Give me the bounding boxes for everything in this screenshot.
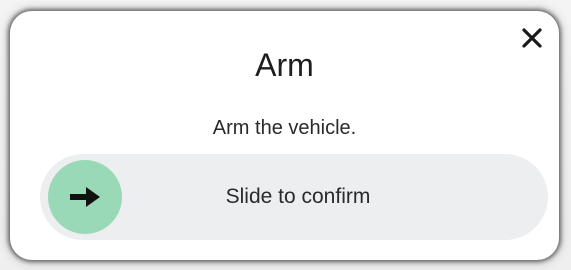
dialog-message: Arm the vehicle. [212,117,357,139]
dialog-title: Arm [255,47,314,83]
slider-label: Slide to confirm [225,185,371,208]
slide-to-confirm-slider[interactable]: Slide to confirm [40,154,548,240]
arm-dialog: Arm Arm the vehicle. Slide to confirm [10,11,559,260]
page: Arm Arm the vehicle. Slide to confirm [0,0,571,270]
